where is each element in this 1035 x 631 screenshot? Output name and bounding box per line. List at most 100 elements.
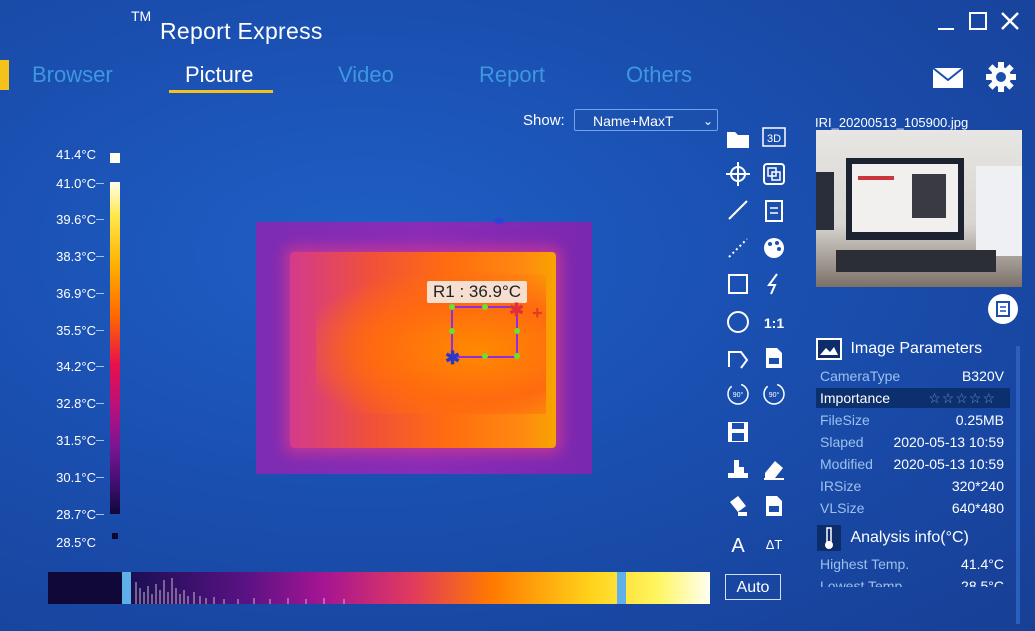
3d-icon: 3D [762, 127, 786, 147]
delta-t-button[interactable]: ΔT [760, 530, 788, 558]
open-folder-button[interactable] [724, 124, 752, 152]
max-temp-marker-icon: ✱ [509, 300, 525, 320]
param-row[interactable]: Importance ☆☆☆☆☆ [820, 390, 1020, 406]
cursor-mark [494, 218, 504, 224]
roi-handle[interactable] [482, 304, 488, 310]
palette-button[interactable] [760, 234, 788, 262]
svg-text:3D: 3D [767, 133, 781, 145]
palette-fill-button[interactable] [724, 492, 752, 520]
min-temp-marker-icon: ✱ [445, 348, 461, 368]
fusion-button[interactable] [760, 160, 788, 188]
image-params-title: Image Parameters [850, 340, 983, 358]
clipboard-button[interactable] [760, 196, 788, 224]
tab-others[interactable]: Others [626, 62, 692, 88]
histogram-high-handle[interactable] [617, 572, 626, 604]
histogram-spikes [135, 578, 345, 604]
tab-report[interactable]: Report [479, 62, 545, 88]
notes-button[interactable] [988, 294, 1018, 324]
tab-video[interactable]: Video [338, 62, 394, 88]
thumb-fan [976, 166, 1022, 256]
scale-max-label: 41.4°C [56, 147, 96, 162]
maximize-button[interactable] [965, 8, 991, 34]
scale-tick [96, 256, 104, 257]
tab-picture[interactable]: Picture [185, 62, 253, 88]
roi-handle[interactable] [514, 353, 520, 359]
roi-handle[interactable] [482, 353, 488, 359]
text-icon: A [731, 535, 745, 557]
histogram-tool-button[interactable] [724, 455, 752, 483]
export-doc-button[interactable] [760, 344, 788, 372]
polygon-tool-button[interactable] [724, 344, 752, 372]
flash-button[interactable] [760, 270, 788, 298]
scale-tick [96, 514, 104, 515]
paint-bucket-icon [730, 496, 747, 516]
rotate-left-icon: 90° [727, 383, 749, 405]
left-accent-marker [0, 60, 9, 90]
dashed-line-icon [728, 238, 748, 258]
save-icon [728, 422, 748, 442]
text-tool-button[interactable]: A [724, 530, 752, 558]
scale-label: 36.9°C [56, 286, 96, 301]
analysis-info-title: Analysis info(°C) [850, 529, 969, 547]
auto-button[interactable]: Auto [725, 574, 781, 600]
rectangle-tool-button[interactable] [724, 270, 752, 298]
fusion-icon [763, 163, 785, 185]
rotate-left-button[interactable]: 90° [724, 380, 752, 408]
close-icon [1001, 12, 1019, 30]
analysis-row: Lowest Temp. 28.5°C [820, 578, 1004, 587]
param-row: Slaped 2020-05-13 10:59 [820, 434, 1004, 450]
roi-handle[interactable] [449, 328, 455, 334]
point-tool-button[interactable] [724, 160, 752, 188]
maximize-icon [969, 12, 987, 30]
show-select[interactable]: Name+MaxT ⌄ [574, 109, 718, 131]
histogram-icon [728, 460, 748, 478]
histogram-low-handle[interactable] [122, 572, 131, 604]
rotate-right-icon: 90° [763, 383, 785, 405]
svg-text:ΔT: ΔT [766, 537, 783, 552]
image-filename: IRI_20200513_105900.jpg [815, 115, 969, 130]
svg-text:90°: 90° [733, 391, 744, 399]
analysis-row-clipped: Lowest Temp. 28.5°C [816, 578, 1016, 587]
3d-view-button[interactable]: 3D [760, 124, 788, 152]
roi-handle[interactable] [514, 328, 520, 334]
scale-label: 32.8°C [56, 396, 96, 411]
scale-max-swatch [110, 153, 120, 163]
roi-handle[interactable] [449, 304, 455, 310]
mail-button[interactable] [930, 62, 966, 92]
image-icon [816, 338, 842, 360]
eraser-button[interactable] [760, 455, 788, 483]
rectangle-icon [728, 274, 748, 294]
histogram-bar[interactable] [48, 572, 710, 604]
actual-size-button[interactable]: 1:1 [760, 308, 788, 336]
save-button[interactable] [724, 418, 752, 446]
report-doc-button[interactable] [760, 492, 788, 520]
circle-tool-button[interactable] [724, 308, 752, 336]
rotate-right-button[interactable]: 90° [760, 380, 788, 408]
visible-light-thumbnail[interactable] [816, 130, 1022, 287]
scale-tick [96, 293, 104, 294]
minimize-button[interactable] [933, 8, 959, 34]
report-doc-icon [766, 496, 782, 516]
settings-button[interactable] [983, 62, 1019, 92]
svg-text:1:1: 1:1 [764, 315, 784, 331]
notes-icon [996, 301, 1010, 317]
scale-tick [96, 183, 104, 184]
close-button[interactable] [997, 8, 1023, 34]
app-title: Report Express [160, 18, 323, 44]
mail-icon [932, 67, 964, 88]
thermal-image[interactable] [256, 222, 592, 474]
color-scale-bar[interactable] [110, 182, 120, 514]
lightning-icon [767, 273, 778, 295]
line-tool-button[interactable] [724, 196, 752, 224]
param-row: Modified 2020-05-13 10:59 [820, 456, 1004, 472]
panel-scrollbar[interactable] [1016, 346, 1020, 624]
scale-tick [96, 440, 104, 441]
tab-browser[interactable]: Browser [32, 62, 113, 88]
palette-icon [764, 238, 784, 258]
chevron-down-icon: ⌄ [702, 114, 713, 128]
ratio-icon: 1:1 [764, 315, 784, 331]
roi-rectangle[interactable] [449, 304, 520, 359]
scale-label: 28.7°C [56, 507, 96, 522]
dashed-line-tool-button[interactable] [724, 234, 752, 262]
eraser-icon [764, 461, 784, 480]
